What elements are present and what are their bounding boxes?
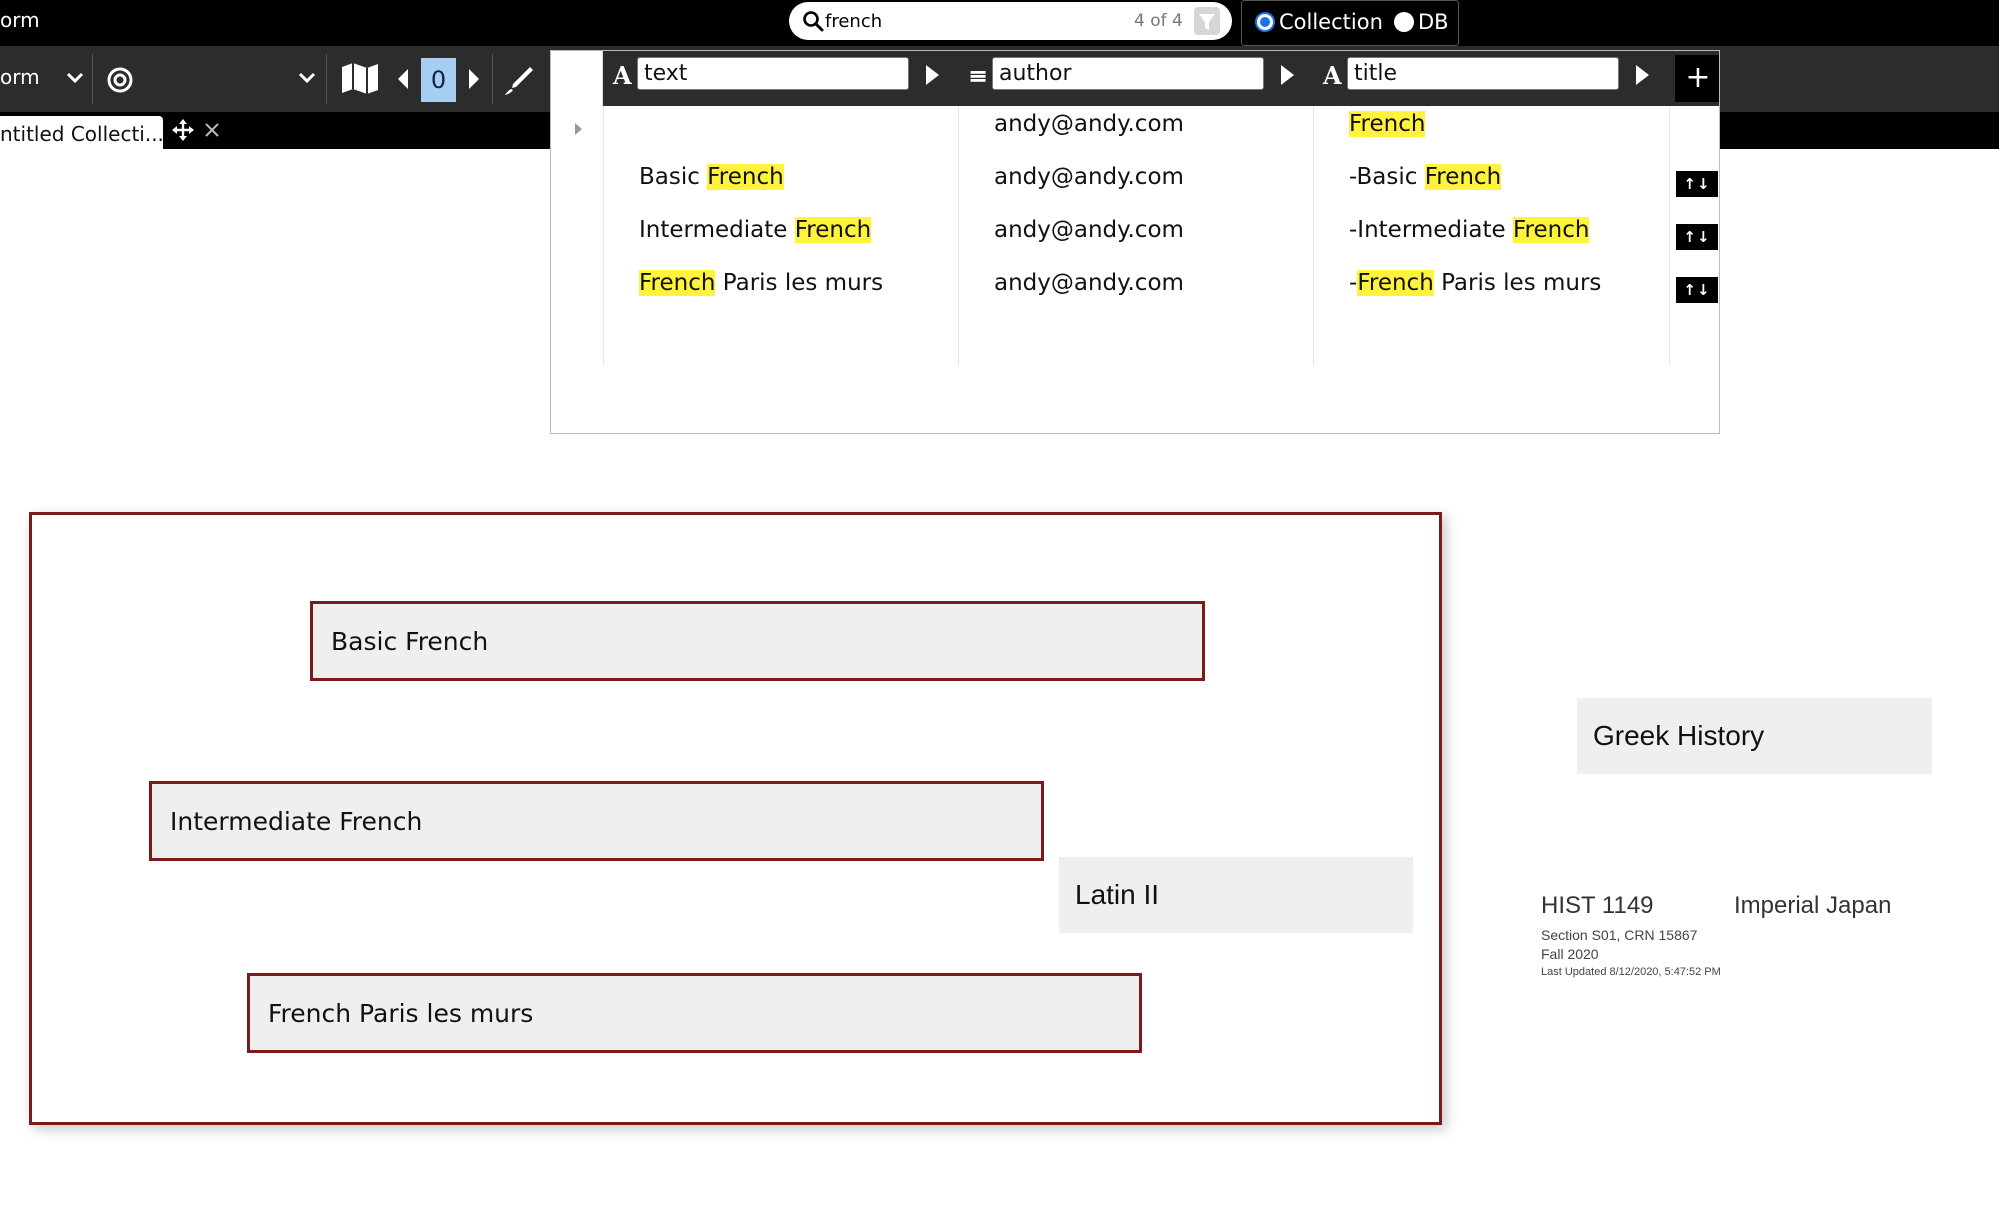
column-header-author: ≡ [958,51,1313,106]
tab-untitled-collection[interactable]: ntitled Collecti... [0,116,164,149]
table-cell-title[interactable]: -French Paris les murs [1349,268,1601,298]
top-bar-label: orm [0,8,40,32]
expand-row-icon[interactable] [575,123,582,135]
course-name: Imperial Japan [1734,892,1892,919]
page-counter[interactable]: 0 [421,58,456,102]
map-icon[interactable] [340,61,380,95]
column-header-text: A [603,51,958,106]
table-cell-author[interactable]: andy@andy.com [994,162,1184,192]
target-icon[interactable] [106,66,134,94]
collection-radio-label: Collection [1279,10,1383,34]
course-term: Fall 2020 [1541,946,1599,962]
db-radio-label: DB [1418,10,1449,34]
caret-right-icon[interactable] [467,68,481,90]
column-name-input[interactable] [1347,57,1619,90]
document-intermediate-french[interactable]: Intermediate French [149,781,1044,861]
table-cell-text[interactable]: Basic French [639,162,784,192]
schema-table-panel: A ≡ A + andy@andy.com French Basic Frenc… [550,50,1720,434]
course-card[interactable]: HIST 1149 Imperial Japan Section S01, CR… [1541,892,1961,1002]
pen-icon[interactable] [502,64,536,98]
course-last-updated: Last Updated 8/12/2020, 5:47:52 PM [1541,966,1721,978]
search-scope-toggle: Collection DB [1241,0,1459,46]
close-icon[interactable] [205,123,219,137]
search-icon [803,11,824,32]
chevron-down-icon[interactable] [298,71,316,85]
reorder-row-button[interactable]: ↑↓ [1676,171,1718,197]
column-name-input[interactable] [992,57,1264,90]
chevron-down-icon[interactable] [66,71,84,85]
document-basic-french[interactable]: Basic French [310,601,1205,681]
schema-header: A ≡ A + [551,51,1719,106]
text-type-icon[interactable]: A [613,61,635,91]
reorder-row-button[interactable]: ↑↓ [1676,277,1718,303]
document-french-paris-les-murs[interactable]: French Paris les murs [247,973,1142,1053]
table-cell-title[interactable]: French [1349,109,1426,139]
search-bar[interactable]: 4 of 4 [789,2,1232,40]
table-cell-author[interactable]: andy@andy.com [994,268,1184,298]
table-cell-title[interactable]: -Intermediate French [1349,215,1590,245]
db-radio[interactable] [1394,12,1414,32]
view-mode-label: orm [0,65,40,89]
document-latin-ii[interactable]: Latin II [1059,857,1413,933]
caret-left-icon[interactable] [396,68,410,90]
filter-icon[interactable] [1194,7,1220,35]
column-menu-caret-icon[interactable] [1281,65,1294,85]
collection-radio[interactable] [1255,12,1275,32]
course-section: Section S01, CRN 15867 [1541,927,1698,943]
top-bar: orm 4 of 4 Collection DB [0,0,1999,46]
column-name-input[interactable] [637,57,909,90]
column-menu-caret-icon[interactable] [1636,65,1649,85]
search-result-count: 4 of 4 [1134,11,1183,31]
table-cell-author[interactable]: andy@andy.com [994,215,1184,245]
table-cell-text[interactable]: Intermediate French [639,215,872,245]
text-type-icon[interactable]: A [1323,61,1345,91]
move-icon[interactable] [172,119,194,141]
document-greek-history[interactable]: Greek History [1577,698,1932,774]
table-cell-text[interactable]: French Paris les murs [639,268,883,298]
column-header-title: A [1313,51,1668,106]
table-cell-author[interactable]: andy@andy.com [994,109,1184,139]
collection-frame[interactable]: Basic French Intermediate French French … [29,512,1442,1125]
tab-label: ntitled Collecti... [0,122,164,146]
course-code: HIST 1149 [1541,892,1654,919]
reorder-row-button[interactable]: ↑↓ [1676,224,1718,250]
column-menu-caret-icon[interactable] [926,65,939,85]
add-column-button[interactable]: + [1675,55,1719,102]
search-input[interactable] [825,8,1085,34]
table-cell-title[interactable]: -Basic French [1349,162,1502,192]
list-type-icon[interactable]: ≡ [968,61,990,91]
